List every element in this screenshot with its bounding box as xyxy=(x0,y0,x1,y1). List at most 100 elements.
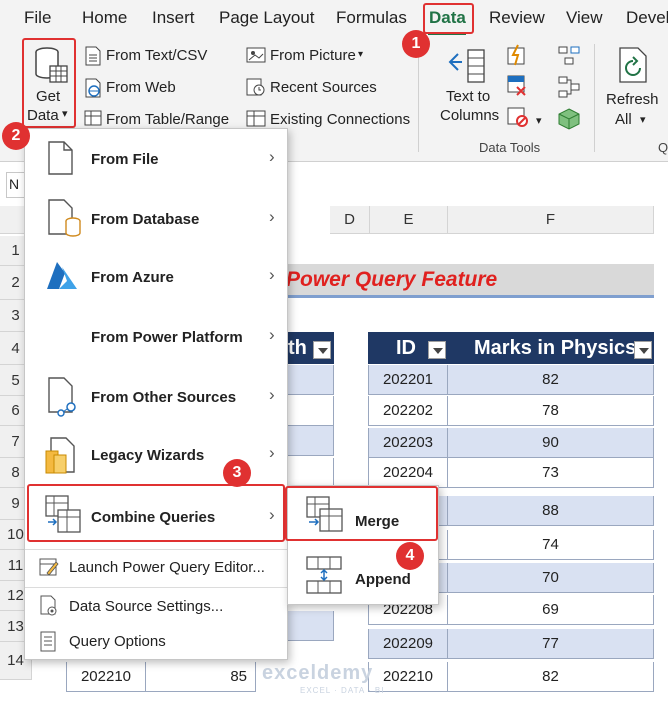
text-to-columns-label-2[interactable]: Columns xyxy=(440,107,499,124)
azure-icon xyxy=(45,261,79,296)
table-cell[interactable]: 202209 xyxy=(368,629,448,659)
data-source-settings-icon xyxy=(39,595,59,622)
menu-item-from-azure[interactable]: From Azure › xyxy=(25,247,287,307)
text-to-columns-icon xyxy=(448,46,488,91)
refresh-all-label-2[interactable]: All xyxy=(615,111,632,128)
table-cell[interactable]: 77 xyxy=(448,629,654,659)
menu-item-label: From Azure xyxy=(91,269,174,286)
table-cell[interactable]: 82 xyxy=(448,365,654,395)
data-tools-group-label: Data Tools xyxy=(479,140,541,155)
tab-developer[interactable]: Devel xyxy=(626,8,668,28)
filter-dropdown-button[interactable] xyxy=(313,341,331,359)
chevron-right-icon: › xyxy=(269,265,275,284)
menu-separator xyxy=(25,549,287,550)
table-cell[interactable]: 69 xyxy=(448,595,654,625)
menu-item-from-other-sources[interactable]: From Other Sources › xyxy=(25,367,287,427)
picture-icon xyxy=(246,46,266,69)
append-icon xyxy=(306,556,344,599)
tab-view[interactable]: View xyxy=(566,8,603,28)
menu-item-launch-power-query-editor[interactable]: Launch Power Query Editor... xyxy=(25,551,287,585)
menu-item-from-file[interactable]: From File › xyxy=(25,129,287,189)
chevron-down-icon: ▾ xyxy=(536,115,542,127)
step-badge-1: 1 xyxy=(402,30,430,58)
table-cell[interactable]: 202202 xyxy=(368,396,448,426)
from-text-csv-button[interactable]: From Text/CSV xyxy=(106,47,207,64)
menu-item-label: From Power Platform xyxy=(91,329,243,346)
menu-item-label: From Database xyxy=(91,211,200,228)
legacy-wizards-icon xyxy=(45,437,79,480)
tab-formulas[interactable]: Formulas xyxy=(336,8,407,28)
chevron-down-icon: ▾ xyxy=(640,114,646,126)
filter-dropdown-button[interactable] xyxy=(634,341,652,359)
tab-file[interactable]: File xyxy=(24,8,51,28)
get-data-button[interactable] xyxy=(22,38,76,128)
table-cell[interactable]: 202210 xyxy=(66,662,146,692)
menu-item-label: From File xyxy=(91,151,159,168)
marks-column-header: Marks in Physics xyxy=(448,332,654,364)
table-cell[interactable]: 78 xyxy=(448,396,654,426)
tab-page-layout[interactable]: Page Layout xyxy=(219,8,314,28)
table-cell[interactable]: 202203 xyxy=(368,428,448,458)
text-to-columns-label[interactable]: Text to xyxy=(446,88,490,105)
table-cell[interactable]: 202201 xyxy=(368,365,448,395)
column-header-f[interactable]: F xyxy=(448,206,654,234)
column-header-e[interactable]: E xyxy=(370,206,448,234)
web-icon xyxy=(84,78,102,103)
table-cell[interactable] xyxy=(288,396,334,426)
tab-insert[interactable]: Insert xyxy=(152,8,195,28)
refresh-all-label[interactable]: Refresh xyxy=(606,91,659,108)
step-badge-2: 2 xyxy=(2,122,30,150)
table-cell[interactable]: 82 xyxy=(448,662,654,692)
chevron-right-icon: › xyxy=(269,207,275,226)
flash-fill-icon xyxy=(506,44,528,71)
step-badge-3: 3 xyxy=(223,459,251,487)
sheet-title: Power Query Feature xyxy=(286,268,498,291)
get-data-menu: From File › From Database › From Azure ›… xyxy=(24,128,288,660)
recent-sources-button[interactable]: Recent Sources xyxy=(270,79,377,96)
table-cell[interactable]: 202204 xyxy=(368,458,448,488)
table-cell[interactable]: 74 xyxy=(448,530,654,560)
other-sources-icon xyxy=(47,377,81,422)
refresh-icon xyxy=(616,46,650,89)
table-cell[interactable] xyxy=(288,365,334,395)
combine-queries-highlight xyxy=(27,484,285,542)
menu-item-from-power-platform[interactable]: From Power Platform › xyxy=(25,307,287,367)
consolidate-icon xyxy=(558,44,580,71)
menu-item-query-options[interactable]: Query Options xyxy=(25,625,287,661)
tab-home[interactable]: Home xyxy=(82,8,127,28)
id-header-text: ID xyxy=(396,337,416,359)
from-picture-button[interactable]: From Picture xyxy=(270,47,356,64)
existing-connections-button[interactable]: Existing Connections xyxy=(270,111,410,128)
marks-header-text: Marks in Physics xyxy=(474,337,637,359)
data-model-icon xyxy=(558,108,580,135)
queries-group-label-clipped: Q xyxy=(658,140,668,155)
table-cell[interactable]: 88 xyxy=(448,496,654,526)
name-box[interactable]: N xyxy=(6,172,26,198)
menu-item-label: Data Source Settings... xyxy=(69,598,224,615)
table-cell[interactable]: 70 xyxy=(448,563,654,593)
menu-item-label: Query Options xyxy=(69,633,166,650)
column-header-d[interactable]: D xyxy=(330,206,370,234)
menu-item-from-database[interactable]: From Database › xyxy=(25,189,287,247)
table-cell[interactable]: 90 xyxy=(448,428,654,458)
left-table-header-text: th xyxy=(288,337,307,359)
file-icon xyxy=(47,141,73,180)
chevron-right-icon: › xyxy=(269,147,275,166)
menu-item-label: Launch Power Query Editor... xyxy=(69,559,265,576)
chevron-right-icon: › xyxy=(269,325,275,344)
table-cell[interactable]: 85 xyxy=(146,662,256,692)
ribbon-separator xyxy=(594,44,595,152)
menu-item-data-source-settings[interactable]: Data Source Settings... xyxy=(25,589,287,625)
table-cell[interactable] xyxy=(288,458,334,488)
table-cell[interactable] xyxy=(288,611,334,641)
from-table-range-button[interactable]: From Table/Range xyxy=(106,111,229,128)
append-label: Append xyxy=(355,571,411,588)
remove-duplicates-icon xyxy=(506,74,528,101)
ribbon-tab-bar: File Home Insert Page Layout Formulas Da… xyxy=(0,0,668,36)
filter-dropdown-button[interactable] xyxy=(428,341,446,359)
table-cell[interactable]: 73 xyxy=(448,458,654,488)
watermark-tagline: EXCEL · DATA · BI xyxy=(300,686,385,695)
tab-review[interactable]: Review xyxy=(489,8,545,28)
from-web-button[interactable]: From Web xyxy=(106,79,176,96)
table-cell[interactable] xyxy=(288,426,334,456)
